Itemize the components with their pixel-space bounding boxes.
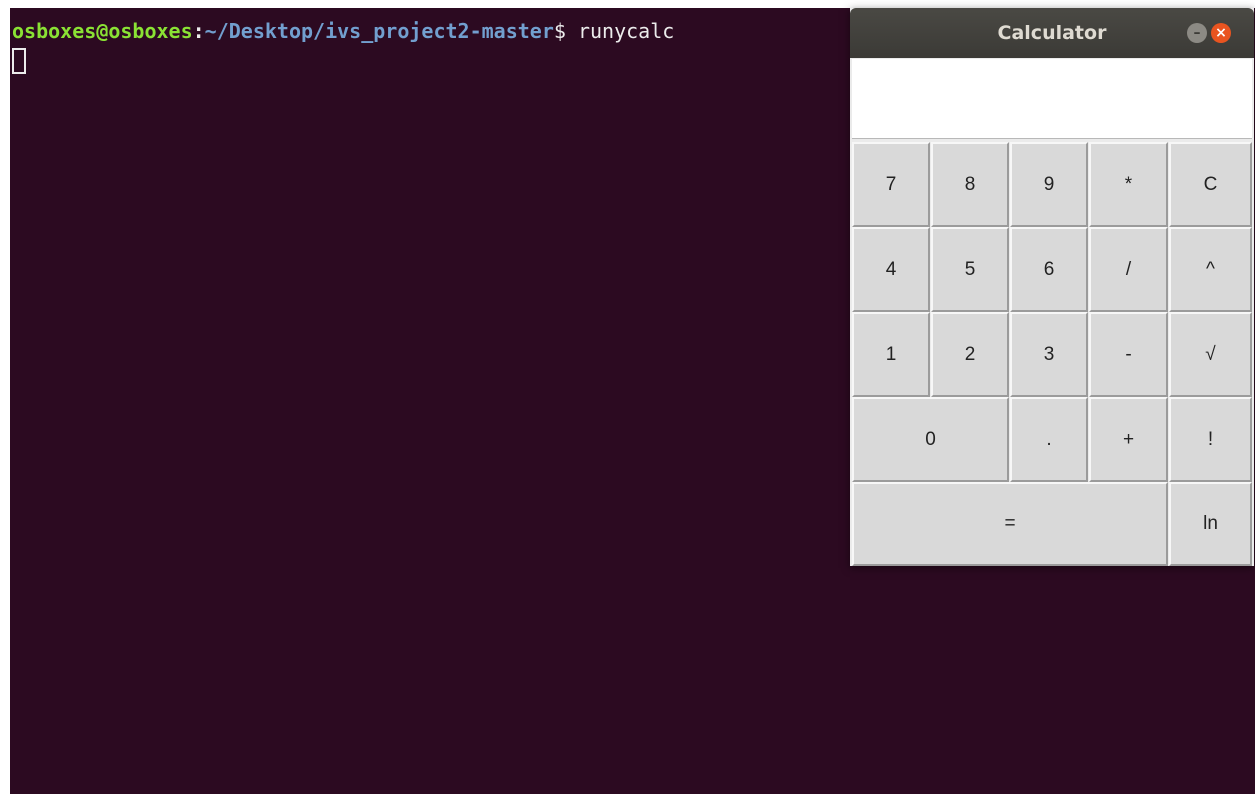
factorial-button[interactable]: !: [1169, 397, 1252, 482]
terminal-command: runycalc: [565, 19, 675, 43]
prompt-path: ~/Desktop/ivs_project2-master: [204, 19, 554, 43]
decimal-point-button[interactable]: .: [1010, 397, 1088, 482]
calculator-titlebar[interactable]: Calculator – ×: [850, 8, 1254, 58]
key-5-button[interactable]: 5: [931, 227, 1009, 312]
terminal-cursor: [12, 48, 26, 74]
divide-button[interactable]: /: [1089, 227, 1168, 312]
equals-button[interactable]: =: [852, 482, 1168, 566]
calculator-display[interactable]: [852, 59, 1252, 139]
clear-button[interactable]: C: [1169, 142, 1252, 227]
minus-button[interactable]: -: [1089, 312, 1168, 397]
key-9-button[interactable]: 9: [1010, 142, 1088, 227]
power-button[interactable]: ^: [1169, 227, 1252, 312]
key-1-button[interactable]: 1: [852, 312, 930, 397]
calculator-window[interactable]: Calculator – × 7 8 9 * C 4 5 6 / ^ 1 2 3…: [850, 8, 1254, 566]
key-8-button[interactable]: 8: [931, 142, 1009, 227]
key-2-button[interactable]: 2: [931, 312, 1009, 397]
prompt-user: osboxes@osboxes: [12, 19, 193, 43]
prompt-colon: :: [192, 19, 205, 43]
terminal-prompt-line: osboxes@osboxes:~/Desktop/ivs_project2-m…: [12, 18, 674, 44]
key-7-button[interactable]: 7: [852, 142, 930, 227]
plus-button[interactable]: +: [1089, 397, 1168, 482]
key-4-button[interactable]: 4: [852, 227, 930, 312]
key-6-button[interactable]: 6: [1010, 227, 1088, 312]
ln-button[interactable]: ln: [1169, 482, 1252, 566]
close-icon[interactable]: ×: [1211, 23, 1231, 43]
sqrt-button[interactable]: √: [1169, 312, 1252, 397]
key-0-button[interactable]: 0: [852, 397, 1009, 482]
prompt-dollar: $: [553, 19, 566, 43]
multiply-button[interactable]: *: [1089, 142, 1168, 227]
key-3-button[interactable]: 3: [1010, 312, 1088, 397]
calculator-keypad: 7 8 9 * C 4 5 6 / ^ 1 2 3 - √ 0 . + ! = …: [850, 142, 1254, 566]
minimize-icon[interactable]: –: [1187, 23, 1207, 43]
